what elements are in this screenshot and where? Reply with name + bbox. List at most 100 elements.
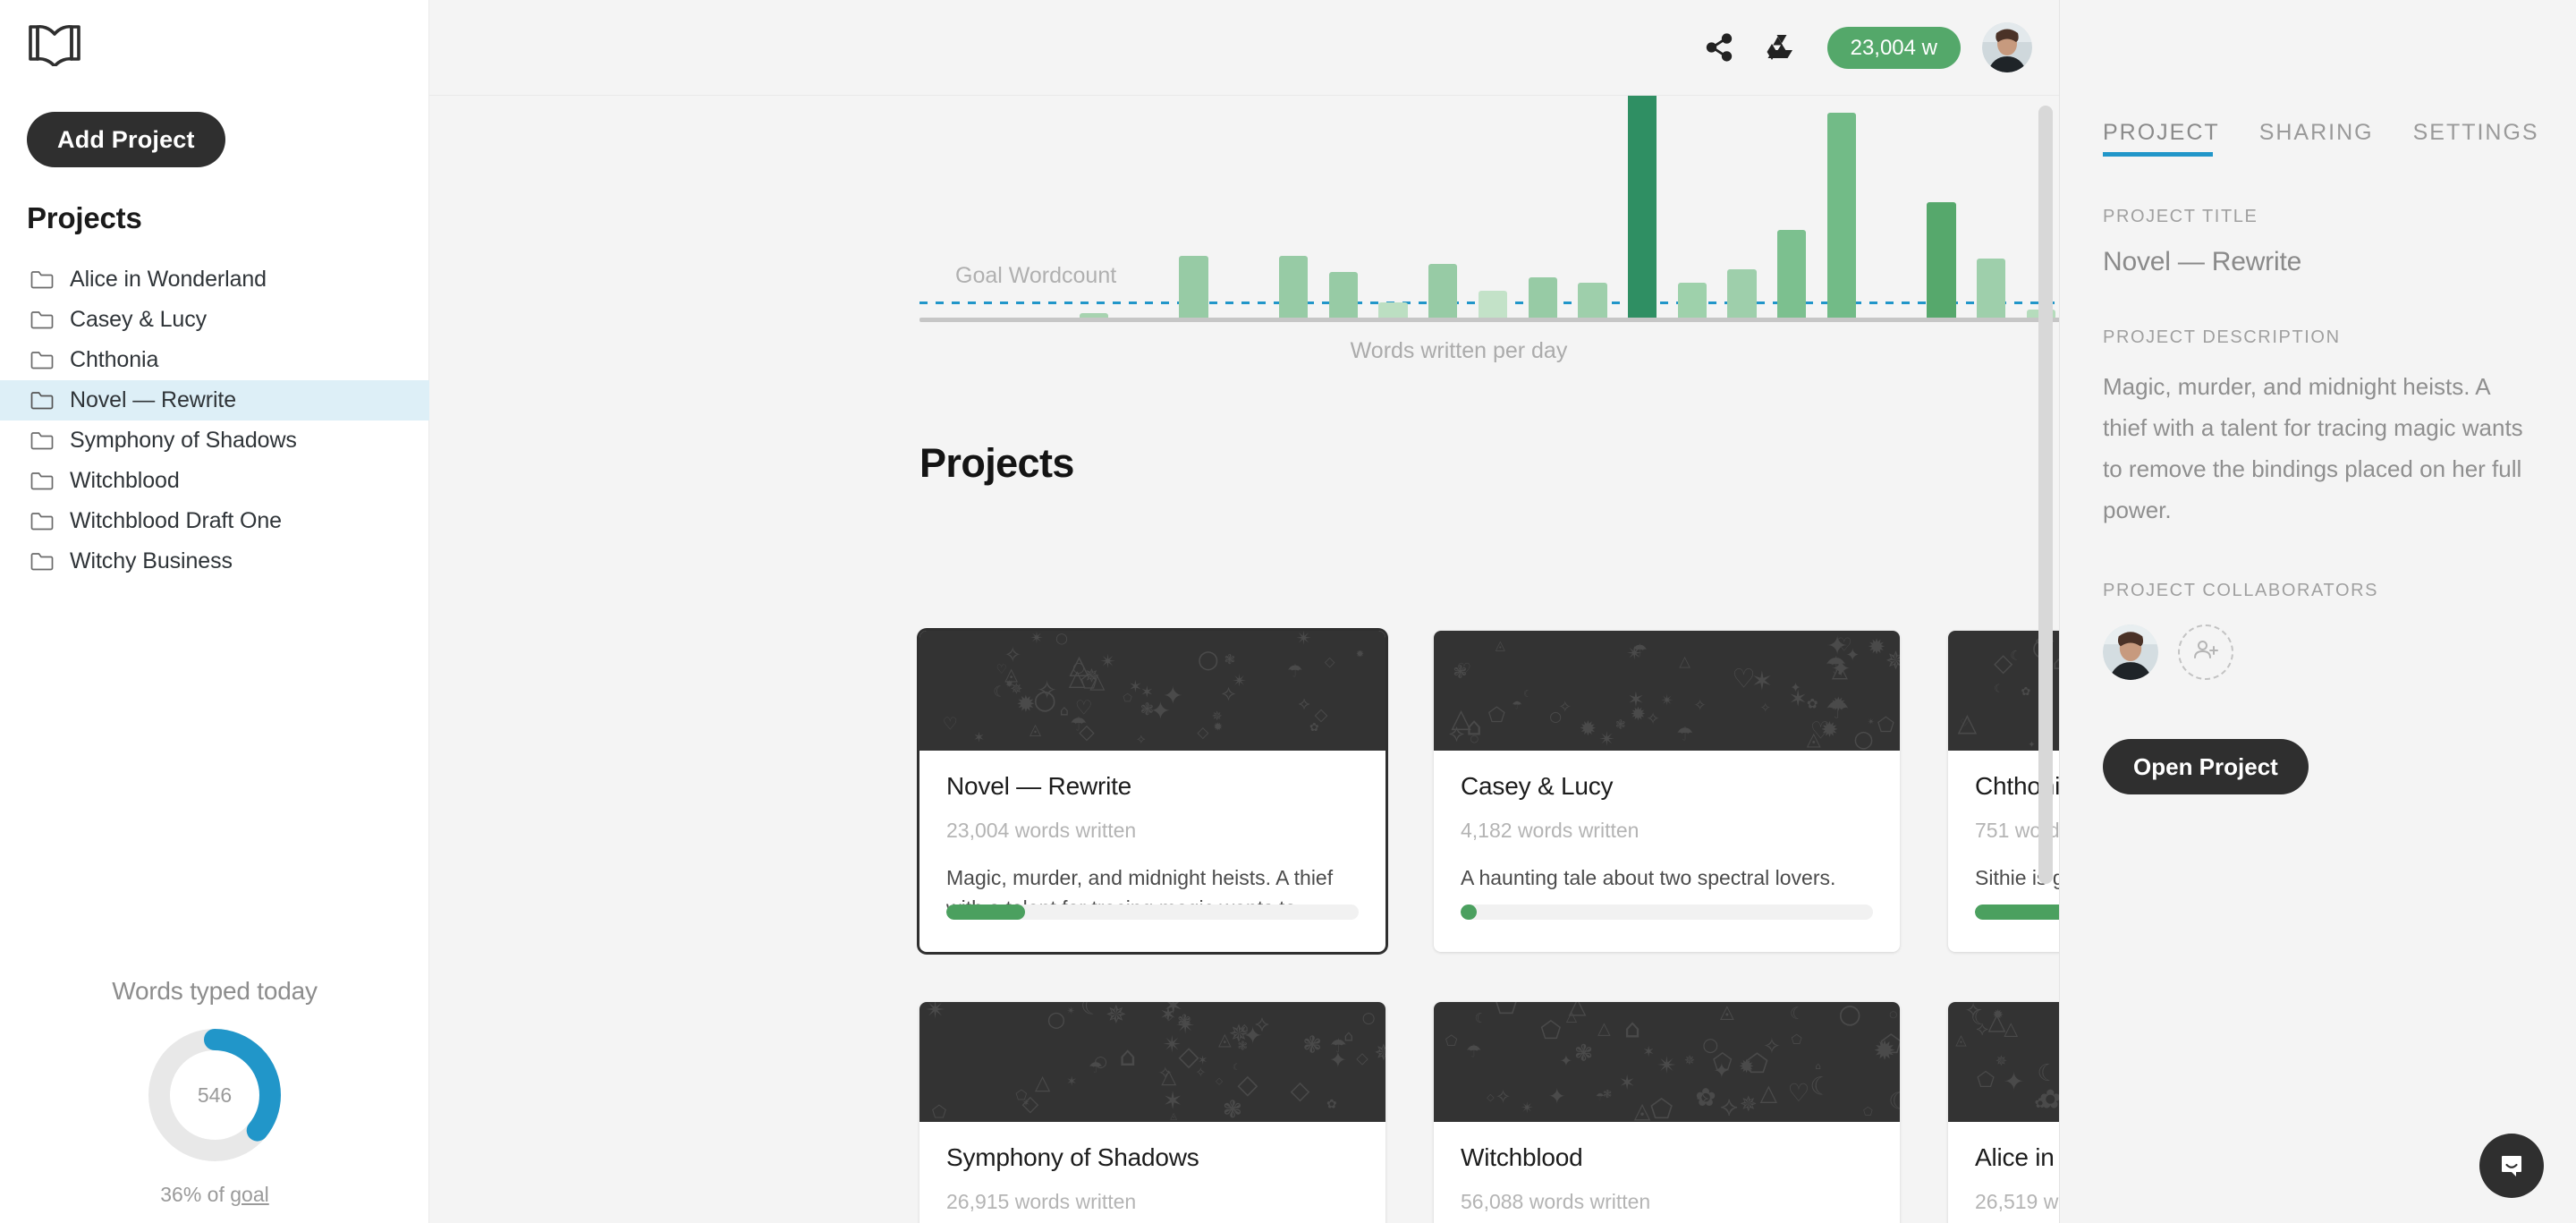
sidebar-item-witchblood-draft-one[interactable]: Witchblood Draft One [0,501,429,541]
svg-text:○: ○ [1047,1006,1066,1032]
svg-text:✦: ✦ [1560,1053,1572,1071]
tab-project[interactable]: PROJECT [2103,120,2220,157]
goal-link[interactable]: goal [230,1183,268,1206]
sidebar: Add Project Projects Alice in Wonderland… [0,0,429,1223]
svg-text:⬠: ⬠ [1863,1105,1873,1118]
chart-bar [1528,277,1557,319]
svg-text:◬: ◬ [1496,639,1506,653]
svg-text:⟡: ⟡ [1299,693,1310,714]
svg-text:⟡: ⟡ [1976,1018,1988,1040]
main-content: 23,004 w Goal Wordcount Words written pe… [429,0,2059,1223]
svg-text:✶: ✶ [973,729,985,746]
folder-icon [30,270,57,289]
svg-text:☂: ☂ [1466,1040,1481,1061]
project-title-value[interactable]: Novel — Rewrite [2103,247,2533,277]
svg-text:⬠: ⬠ [1650,1093,1673,1122]
tab-settings[interactable]: SETTINGS [2413,120,2539,157]
project-card-title: Novel — Rewrite [946,772,1132,800]
project-card[interactable]: ☂ ♡ ✶ ✦ △ ✧ ✴ ✶ △ ♡ ☂ ○ ◬ ♡ ✹ ✦ ✹ ✧ ⟡ ⬠ ✧ ⬠ ◬ ✶ ✴ ✴ ◬ ✹ ✹ ❃ ♡ ○ ✦ ⌂ ☂ ❃ ○ ✧ ✹ ✵… [1434,631,1900,952]
svg-text:○: ○ [1470,733,1479,744]
svg-text:△: △ [1760,1080,1778,1106]
svg-text:✹: ✹ [1580,718,1597,741]
svg-text:✦: ✦ [1713,1060,1730,1083]
svg-text:✵: ✵ [1010,680,1022,698]
svg-text:✦: ✦ [1150,696,1171,726]
sidebar-item-casey-and-lucy[interactable]: Casey & Lucy [0,300,429,340]
panel-tabs: PROJECT SHARING SETTINGS [2103,0,2538,157]
project-description-value[interactable]: Magic, murder, and midnight heists. A th… [2103,366,2533,531]
chart-bar [1578,282,1607,319]
svg-text:◇: ◇ [1356,1050,1368,1068]
svg-text:⟡: ⟡ [1697,1086,1709,1108]
main-scrollbar[interactable] [2038,106,2053,884]
sidebar-item-alice-in-wonderland[interactable]: Alice in Wonderland [0,259,429,300]
project-title-label: PROJECT TITLE [2103,207,2258,226]
svg-text:✹: ✹ [1868,634,1885,659]
svg-text:✦: ✦ [2004,1066,2025,1096]
share-icon[interactable] [1688,21,1750,74]
svg-text:❃: ❃ [1224,651,1235,667]
chat-bubble-icon[interactable] [2479,1134,2544,1198]
svg-text:✧: ✧ [1558,698,1572,717]
svg-text:⟡: ⟡ [1449,719,1464,747]
svg-text:○: ○ [1362,1008,1376,1026]
svg-text:❃: ❃ [1223,1096,1242,1122]
svg-text:◬: ◬ [1806,728,1821,750]
donut-title: Words typed today [112,977,318,1005]
page-title: Projects [919,440,1074,486]
svg-text:✿: ✿ [1807,695,1818,711]
project-card-banner: ☂ ♡ ✶ ✦ △ ✧ ✴ ✶ △ ♡ ☂ ○ ◬ ♡ ✹ ✦ ✹ ✧ ⟡ ⬠ ✧ ⬠ ◬ ✶ ✴ ✴ ◬ ✹ ✹ ❃ ♡ ○ ✦ ⌂ ☂ ❃ ○ ✧ ✹ ✵… [1434,631,1900,751]
wordcount-badge[interactable]: 23,004 w [1826,26,1961,69]
svg-text:♡: ♡ [1961,718,1970,729]
svg-text:◇: ◇ [1325,653,1335,669]
sidebar-item-symphony-of-shadows[interactable]: Symphony of Shadows [0,420,429,461]
avatar[interactable] [1982,22,2032,72]
donut-goal-text: 36% of goal [0,1183,429,1207]
sidebar-item-label: Novel — Rewrite [70,387,237,412]
svg-text:✹: ✹ [1213,720,1223,734]
project-card[interactable]: ☂✧✦◬⬠✦✧✦⬠△✶❃✿△☾⌂❃○✶✶☾✴✹✹❃✦☾✦✿☾△✦✦◬✵✵✴☂◬✿… [1948,1002,2059,1223]
chart-bar [1977,259,2006,319]
svg-text:☂: ☂ [1512,700,1522,713]
open-project-button[interactable]: Open Project [2103,739,2309,794]
folder-icon [30,552,57,571]
project-collaborators-label: PROJECT COLLABORATORS [2103,581,2379,600]
svg-text:✿: ✿ [1309,720,1319,734]
sidebar-item-witchblood[interactable]: Witchblood [0,461,429,501]
svg-text:○: ○ [1198,644,1219,674]
chart-bar [1677,282,1707,319]
sidebar-item-novel-rewrite[interactable]: Novel — Rewrite [0,380,429,420]
svg-text:☾: ☾ [1475,1010,1487,1026]
add-project-button[interactable]: Add Project [27,112,225,167]
open-book-icon[interactable] [27,20,82,66]
sidebar-item-witchy-business[interactable]: Witchy Business [0,541,429,582]
sidebar-item-chthonia[interactable]: Chthonia [0,340,429,380]
project-details-panel: PROJECT SHARING SETTINGS PROJECT TITLE N… [2059,0,2576,1223]
project-card[interactable]: ◇ ✧ ✶ ◇ ✴ ◇ ✶ ✶ ✦ ◇ ❃ ⌂ ◇ ✴ ✶ ✴ ✵ ☾ △ ⌂ ❃ ✵ ⌂ ✶ ☾ ✶ ☂ ❃ ✴ ○ ✦ ✿ △ ◬ ❃ ✵ ◇ ◬ ◇ ○… [919,1002,1385,1223]
svg-text:⌂: ⌂ [1815,1061,1821,1072]
svg-text:✦: ✦ [1329,1048,1347,1073]
project-card-wordcount: 56,088 words written [1461,1190,1651,1213]
tab-sharing[interactable]: SHARING [2259,120,2374,157]
google-drive-icon[interactable] [1750,21,1813,74]
chart-bar [1328,272,1358,319]
svg-text:○: ○ [1033,684,1056,716]
svg-text:✧: ✧ [1763,1032,1781,1058]
collaborator-avatar[interactable] [2103,624,2158,680]
project-card[interactable]: ☂ ❃ ♡ ✵ ◬ ⟡ ⌂ △ ✿ ⬠ ✴ ✦ ◇ ☾ ○ ⬠ △ ◬ ⟡ △ ⬠ ⬠ ✧ ✴ ✦ △ ☂ ○ ✶ ✵ ⌂ ✹ ✶ ○ ⬠ ⬠ ✹ ☾ ☾ ☾… [1434,1002,1900,1223]
svg-text:△: △ [1161,1065,1176,1088]
sidebar-item-label: Witchy Business [70,548,233,573]
svg-text:☾: ☾ [2037,1059,2058,1087]
add-collaborator-button[interactable] [2178,624,2233,680]
svg-text:✴: ✴ [925,1002,945,1024]
svg-text:✧: ✧ [1646,709,1660,728]
projects-grid: ✴ ✧ ✶ ✵ ✴ ✦ ⬠ ○ ◬ ✴ ◬ ✹ ⟡ ♡ ○ ✵ ⟡ ○ ✴ ♡ ❃ ○ ✶ △ ☂ ✶ △ ❃ ✧ ✹ ✦ ◇ ☾ ♡ ✹ ◇ ◇ ✿ ⌂ ⟡… [919,631,2059,1223]
svg-text:✴: ✴ [1598,727,1615,751]
chart-bars [919,96,2059,319]
project-card-body: Novel — Rewrite 23,004 words written Magic… [919,751,1385,952]
project-card-body: Casey & Lucy 4,182 words written A hauntin… [1434,751,1900,952]
project-card[interactable]: ✴ ✧ ✶ ✵ ✴ ✦ ⬠ ○ ◬ ✴ ◬ ✹ ⟡ ♡ ○ ✵ ⟡ ○ ✴ ♡ ❃ ○ ✶ △ ☂ ✶ △ ❃ ✧ ✹ ✦ ◇ ☾ ♡ ✹ ◇ ◇ ✿ ⌂ ⟡… [919,631,1385,952]
svg-text:△: △ [1035,1072,1051,1095]
svg-text:⬠: ⬠ [1488,704,1505,727]
svg-text:○: ○ [1889,1009,1897,1020]
